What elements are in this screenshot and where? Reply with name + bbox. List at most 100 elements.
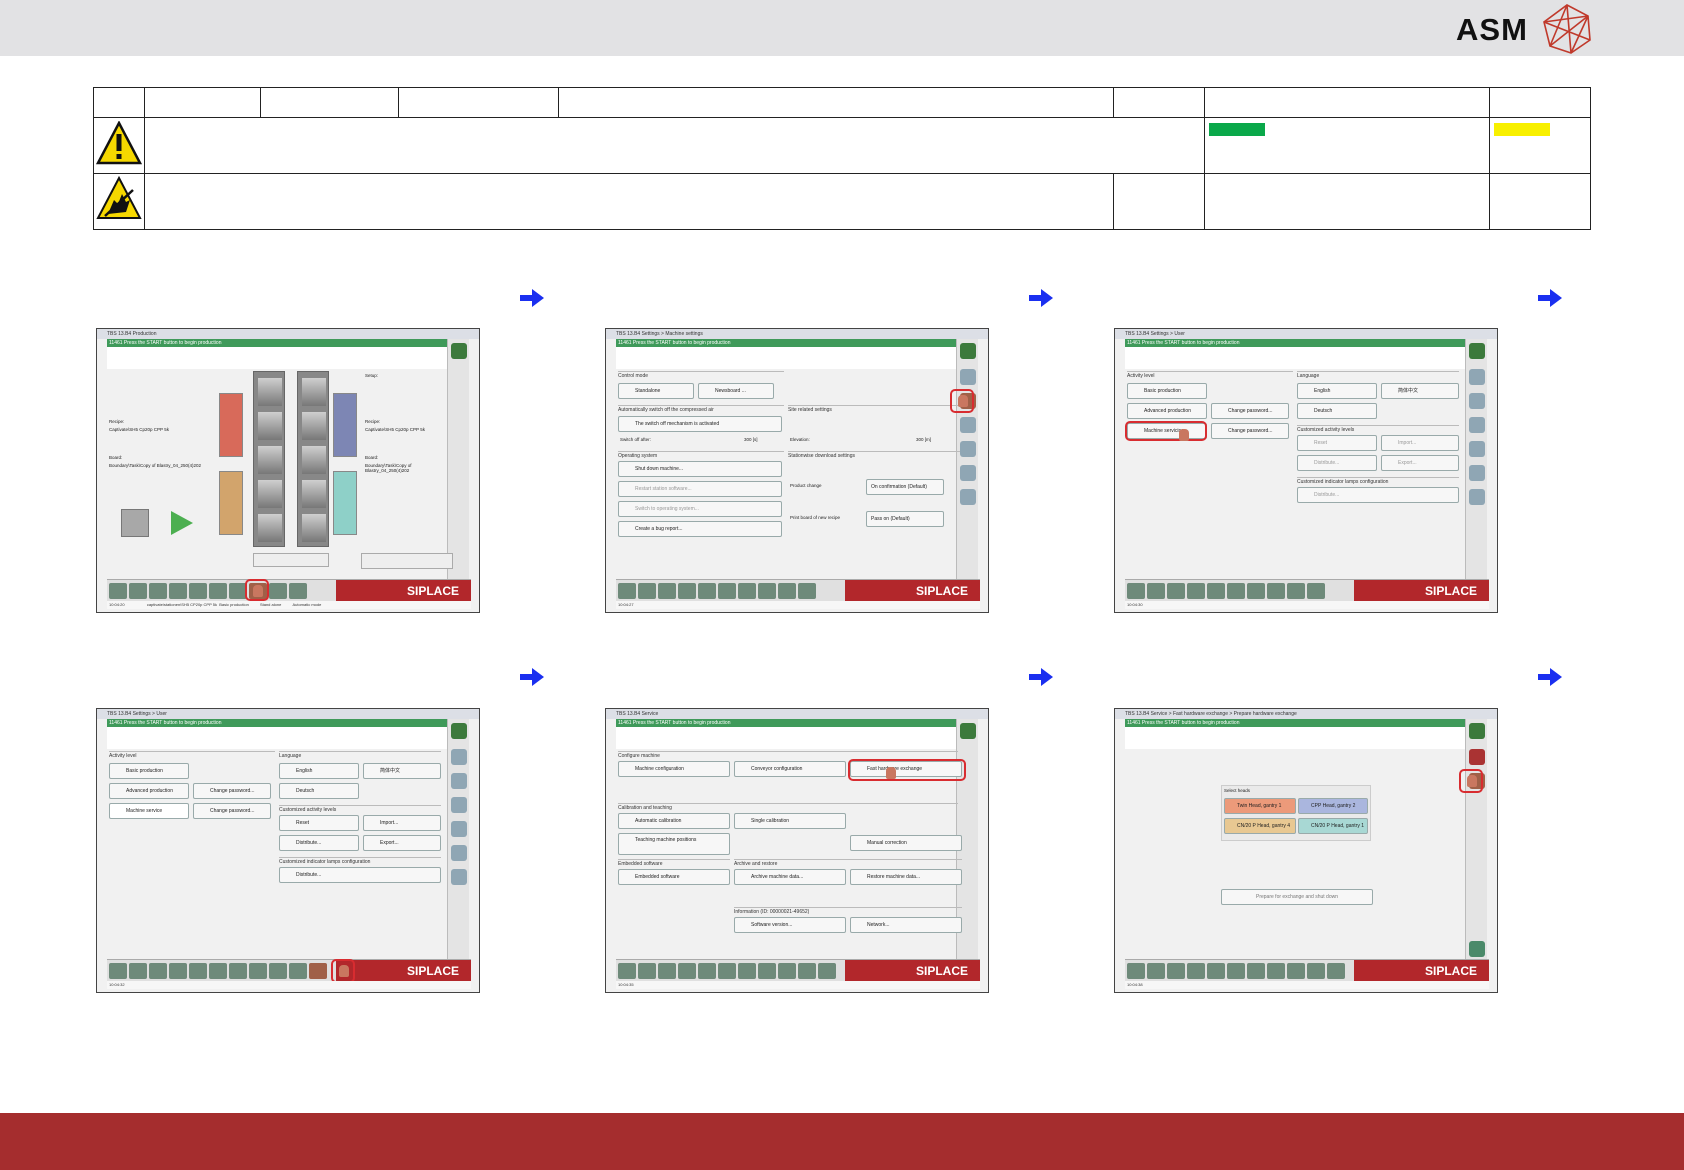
settings-icon[interactable] xyxy=(1267,583,1285,599)
english-button[interactable]: English xyxy=(1297,383,1377,399)
embedded-software-button[interactable]: Embedded software xyxy=(618,869,730,885)
change-password-button[interactable]: Change password... xyxy=(1211,403,1289,419)
conveyor-configuration-button[interactable]: Conveyor configuration xyxy=(734,761,846,777)
manual-correction-button[interactable]: Manual correction xyxy=(850,835,962,851)
graph-icon[interactable] xyxy=(718,963,736,979)
network-icon[interactable] xyxy=(1469,417,1485,433)
machine-icon[interactable] xyxy=(1469,369,1485,385)
distribute-lamps-button[interactable]: Distribute... xyxy=(1297,487,1459,503)
graph-icon[interactable] xyxy=(718,583,736,599)
advanced-production-button[interactable]: Advanced production xyxy=(109,783,189,799)
book-icon[interactable] xyxy=(1207,583,1225,599)
reset-button[interactable]: Reset xyxy=(1297,435,1377,451)
grid-icon[interactable] xyxy=(129,963,147,979)
export-button[interactable]: Export... xyxy=(363,835,441,851)
chart-icon[interactable] xyxy=(1167,583,1185,599)
network-button[interactable]: Network... xyxy=(850,917,962,933)
chart-icon[interactable] xyxy=(1167,963,1185,979)
switch-after-value[interactable]: 300 [s] xyxy=(744,437,758,442)
list-icon[interactable] xyxy=(451,845,467,861)
shutdown-button[interactable]: Shut down machine... xyxy=(618,461,782,477)
archive-machine-data-button[interactable]: Archive machine data... xyxy=(734,869,846,885)
tools-icon[interactable] xyxy=(1307,963,1325,979)
list-icon[interactable] xyxy=(960,465,976,481)
back-icon[interactable] xyxy=(1469,749,1485,765)
service-icon[interactable] xyxy=(309,963,327,979)
camera-icon[interactable] xyxy=(738,963,756,979)
grid-icon[interactable] xyxy=(638,583,656,599)
camera-icon[interactable] xyxy=(229,963,247,979)
product-change-select[interactable]: On confirmation (Default) xyxy=(866,479,944,495)
wrench-icon[interactable] xyxy=(1469,489,1485,505)
head-option[interactable]: CN/20 P Head, gantry 4 xyxy=(1224,818,1296,834)
service-icon[interactable] xyxy=(1327,963,1345,979)
distribute-button[interactable]: Distribute... xyxy=(1297,455,1377,471)
print-board-select[interactable]: Pass on (Default) xyxy=(866,511,944,527)
chinese-button[interactable]: 简体中文 xyxy=(1381,383,1459,399)
start-icon[interactable] xyxy=(451,723,467,739)
deutsch-button[interactable]: Deutsch xyxy=(1297,403,1377,419)
change-password-button[interactable]: Change password... xyxy=(193,783,271,799)
single-calibration-button[interactable]: Single calibration xyxy=(734,813,846,829)
lamp-icon[interactable] xyxy=(1469,441,1485,457)
chart-icon[interactable] xyxy=(149,583,167,599)
camera-icon[interactable] xyxy=(738,583,756,599)
chart-icon[interactable] xyxy=(149,963,167,979)
production-icon[interactable] xyxy=(1127,963,1145,979)
book-icon[interactable] xyxy=(698,583,716,599)
gears-icon[interactable] xyxy=(778,963,796,979)
lamp-icon[interactable] xyxy=(451,821,467,837)
start-icon[interactable] xyxy=(1469,343,1485,359)
graph-icon[interactable] xyxy=(1227,963,1245,979)
tools-icon[interactable] xyxy=(798,583,816,599)
grid-icon[interactable] xyxy=(1147,963,1165,979)
feeder-icon[interactable] xyxy=(169,583,187,599)
book-icon[interactable] xyxy=(189,963,207,979)
grid-icon[interactable] xyxy=(638,963,656,979)
tools-icon[interactable] xyxy=(1307,583,1325,599)
graph-icon[interactable] xyxy=(209,963,227,979)
service-icon[interactable] xyxy=(818,963,836,979)
camera-icon[interactable] xyxy=(1247,963,1265,979)
elevation-value[interactable]: 300 [m] xyxy=(916,437,931,442)
machine-icon[interactable] xyxy=(960,369,976,385)
settings-icon[interactable] xyxy=(1267,963,1285,979)
machine-icon[interactable] xyxy=(451,749,467,765)
export-button[interactable]: Export... xyxy=(1381,455,1459,471)
feeder-icon[interactable] xyxy=(1187,963,1205,979)
settings-icon[interactable] xyxy=(758,583,776,599)
graph-icon[interactable] xyxy=(209,583,227,599)
tools-icon[interactable] xyxy=(798,963,816,979)
list-icon[interactable] xyxy=(1469,465,1485,481)
gears-icon[interactable] xyxy=(778,583,796,599)
feeder-icon[interactable] xyxy=(169,963,187,979)
production-icon[interactable] xyxy=(618,963,636,979)
network-icon[interactable] xyxy=(960,417,976,433)
restore-machine-data-button[interactable]: Restore machine data... xyxy=(850,869,962,885)
gears-icon[interactable] xyxy=(269,963,287,979)
distribute-lamps-button[interactable]: Distribute... xyxy=(279,867,441,883)
gears-icon[interactable] xyxy=(269,583,287,599)
change-password-button[interactable]: Change password... xyxy=(1211,423,1289,439)
teaching-button[interactable]: Teaching machine positions xyxy=(618,833,730,855)
exit-icon[interactable] xyxy=(1469,941,1485,957)
start-button[interactable] xyxy=(169,509,195,537)
wrench-icon[interactable] xyxy=(451,869,467,885)
feeder-icon[interactable] xyxy=(1187,583,1205,599)
book-icon[interactable] xyxy=(698,963,716,979)
english-button[interactable]: English xyxy=(279,763,359,779)
feeder-icon[interactable] xyxy=(678,963,696,979)
book-icon[interactable] xyxy=(1207,963,1225,979)
production-icon[interactable] xyxy=(1127,583,1145,599)
import-button[interactable]: Import... xyxy=(1381,435,1459,451)
start-icon[interactable] xyxy=(960,723,976,739)
machine-service-button[interactable]: Machine service xyxy=(109,803,189,819)
gears-icon[interactable] xyxy=(1287,583,1305,599)
tools-icon[interactable] xyxy=(289,583,307,599)
head-option[interactable]: CPP Head, gantry 2 xyxy=(1298,798,1368,814)
distribute-button[interactable]: Distribute... xyxy=(279,835,359,851)
head-option[interactable]: Twin Head, gantry 1 xyxy=(1224,798,1296,814)
reset-button[interactable]: Reset xyxy=(279,815,359,831)
production-icon[interactable] xyxy=(109,963,127,979)
import-button[interactable]: Import... xyxy=(363,815,441,831)
